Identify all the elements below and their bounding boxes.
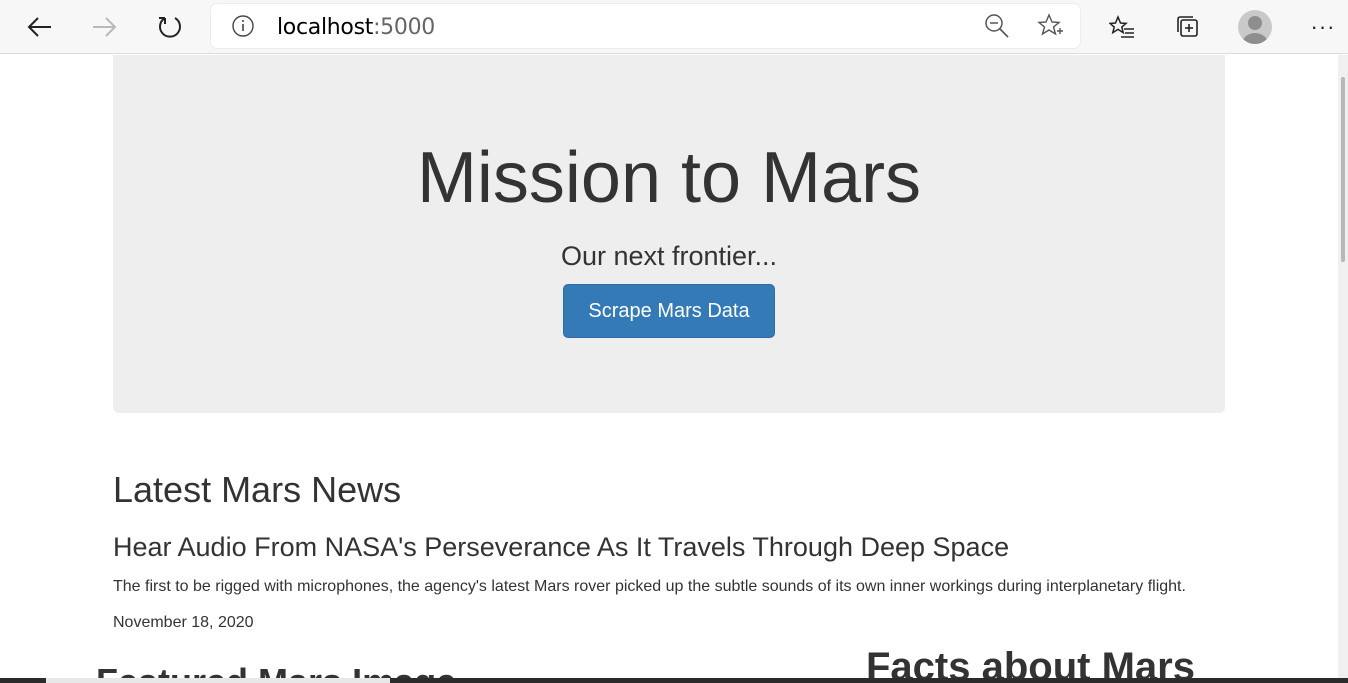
more-icon[interactable]: ···: [1303, 7, 1343, 47]
url-text[interactable]: localhost:5000: [277, 15, 435, 40]
url-port: :5000: [373, 15, 435, 40]
add-favorite-icon[interactable]: [1036, 12, 1064, 40]
taskbar-edge: [0, 678, 1348, 683]
jumbotron: Mission to Mars Our next frontier... Scr…: [113, 55, 1225, 413]
address-bar[interactable]: localhost:5000: [211, 4, 1080, 48]
zoom-out-icon[interactable]: [983, 12, 1011, 40]
scrollbar-thumb[interactable]: [1341, 77, 1345, 262]
url-host: localhost: [277, 15, 374, 40]
favorites-icon[interactable]: [1102, 7, 1142, 47]
collections-icon[interactable]: [1168, 7, 1208, 47]
page-subtitle: Our next frontier...: [560, 241, 778, 271]
profile-avatar[interactable]: [1238, 10, 1272, 44]
page-content: Mission to Mars Our next frontier... Scr…: [0, 55, 1338, 683]
browser-toolbar: localhost:5000 ···: [0, 0, 1348, 54]
news-date: November 18, 2020: [113, 614, 254, 631]
info-icon[interactable]: [229, 12, 257, 40]
vertical-scrollbar[interactable]: [1338, 55, 1348, 683]
forward-arrow-icon[interactable]: [84, 7, 124, 47]
news-paragraph: The first to be rigged with microphones,…: [113, 578, 1186, 595]
page-title: Mission to Mars: [416, 138, 922, 218]
back-arrow-icon[interactable]: [20, 7, 60, 47]
scrape-mars-data-button[interactable]: Scrape Mars Data: [563, 284, 775, 338]
taskbar-segment: [46, 678, 390, 683]
refresh-icon[interactable]: [150, 7, 190, 47]
latest-news-heading: Latest Mars News: [113, 469, 402, 510]
news-title: Hear Audio From NASA's Perseverance As I…: [113, 532, 1010, 562]
